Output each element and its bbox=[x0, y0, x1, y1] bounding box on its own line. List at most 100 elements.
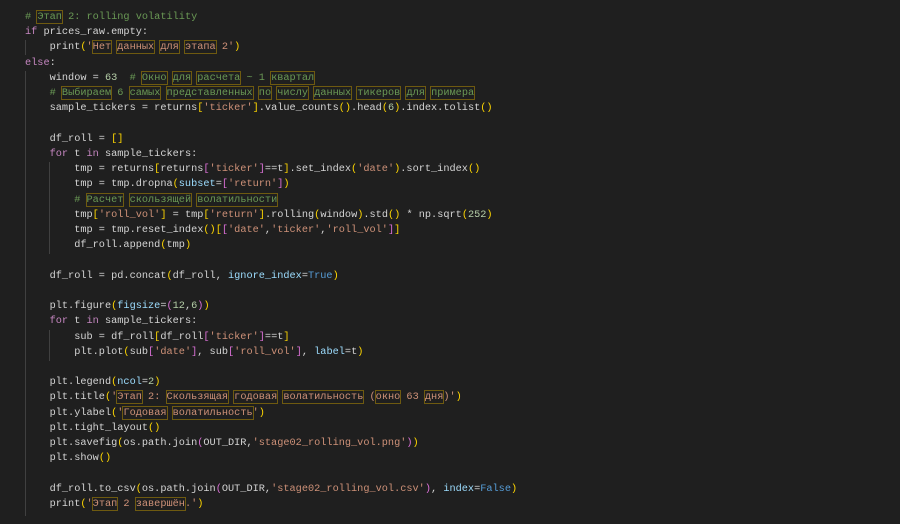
constant: True bbox=[307, 269, 333, 282]
code-line[interactable]: plt.show() bbox=[25, 451, 517, 466]
code-line[interactable]: plt.savefig(os.path.join(OUT_DIR,'stage0… bbox=[25, 436, 517, 451]
parameter-name: ignore_index bbox=[228, 269, 302, 282]
code-line[interactable]: df_roll.append(tmp) bbox=[25, 238, 517, 253]
highlighted-unicode-text: волатильность bbox=[171, 405, 254, 420]
bracket: () bbox=[480, 102, 493, 115]
code-text: , bbox=[431, 482, 444, 495]
comment: 2: rolling volatility bbox=[61, 11, 198, 23]
string: 'stage02_rolling_vol.csv' bbox=[271, 482, 425, 495]
highlighted-unicode-text: для bbox=[171, 70, 193, 85]
code-line[interactable]: sub = df_roll[df_roll['ticker']==t] bbox=[25, 330, 517, 345]
code-line[interactable]: plt.tight_layout() bbox=[25, 421, 517, 436]
code-line[interactable]: # Выбираем 6 самых представленных по чис… bbox=[25, 86, 517, 101]
bracket: ] bbox=[394, 224, 401, 237]
bracket: [] bbox=[111, 132, 124, 145]
code-line[interactable]: df_roll = pd.concat(df_roll, ignore_inde… bbox=[25, 269, 517, 284]
highlighted-unicode-text: расчета bbox=[196, 70, 242, 85]
code-line[interactable] bbox=[25, 254, 517, 269]
code-line[interactable]: for t in sample_tickers: bbox=[25, 314, 517, 329]
bracket: ) bbox=[184, 239, 192, 252]
code-text: prices_raw.empty: bbox=[37, 26, 149, 39]
code-text: print bbox=[25, 41, 81, 54]
code-text: df_roll.to_csv bbox=[25, 482, 136, 495]
code-text: os.path.join bbox=[123, 437, 198, 450]
comment: # bbox=[49, 87, 62, 100]
code-text: sample_tickers: bbox=[98, 147, 198, 160]
code-text: plt.savefig bbox=[25, 437, 118, 450]
parameter-name: subset bbox=[178, 178, 216, 191]
code-text: OUT_DIR, bbox=[221, 482, 272, 495]
comment bbox=[160, 87, 166, 99]
string bbox=[167, 407, 173, 419]
highlighted-unicode-text: тикеров bbox=[356, 86, 402, 101]
code-line[interactable]: plt.title('Этап 2: Скользящая годовая во… bbox=[25, 390, 517, 405]
code-line[interactable] bbox=[25, 360, 517, 375]
string: 'return' bbox=[209, 208, 259, 221]
code-line[interactable] bbox=[25, 117, 517, 132]
code-editor[interactable]: # Этап 2: rolling volatility if prices_ra… bbox=[25, 10, 517, 512]
code-text: print bbox=[25, 498, 81, 510]
bracket: () bbox=[387, 208, 401, 221]
code-line[interactable] bbox=[25, 284, 517, 299]
code-text: = tmp bbox=[166, 208, 204, 221]
code-text: sub bbox=[129, 345, 149, 358]
code-text: .value_counts bbox=[258, 102, 339, 115]
parameter-name: figsize bbox=[117, 300, 161, 313]
string: 'stage02_rolling_vol.png' bbox=[252, 437, 407, 450]
string: 2 bbox=[117, 498, 136, 510]
highlighted-unicode-text: волатильность bbox=[282, 390, 365, 405]
highlighted-unicode-text: для bbox=[159, 40, 180, 55]
code-line[interactable]: tmp = returns[returns['ticker']==t].set_… bbox=[25, 162, 517, 177]
code-line[interactable]: if prices_raw.empty: bbox=[25, 25, 517, 40]
comment: ~ 1 bbox=[240, 71, 272, 84]
bracket: () bbox=[98, 452, 112, 465]
bracket: ) bbox=[154, 376, 161, 389]
constant: False bbox=[480, 482, 511, 495]
highlighted-unicode-text: числу bbox=[276, 86, 310, 101]
code-line[interactable]: window = 63 # Окно для расчета ~ 1 кварт… bbox=[25, 70, 517, 86]
code-line[interactable]: print('Нет данных для этапа 2') bbox=[25, 40, 517, 55]
code-line[interactable]: df_roll.to_csv(os.path.join(OUT_DIR,'sta… bbox=[25, 482, 518, 497]
highlighted-unicode-text: годовая bbox=[233, 390, 279, 405]
parameter-name: index bbox=[443, 482, 475, 495]
code-line[interactable]: df_roll = [] bbox=[25, 132, 517, 147]
code-line[interactable]: # Этап 2: rolling volatility bbox=[25, 10, 517, 25]
code-text: .rolling bbox=[264, 208, 315, 221]
code-line[interactable]: tmp = tmp.dropna(subset=['return']) bbox=[25, 177, 517, 192]
code-text: plt.legend bbox=[25, 376, 112, 389]
code-line[interactable]: plt.plot(sub['date'], sub['roll_vol'], l… bbox=[25, 345, 517, 360]
number: 63 bbox=[104, 71, 118, 84]
string: 'roll_vol' bbox=[326, 224, 388, 237]
code-text: ==t bbox=[264, 163, 284, 176]
code-line[interactable]: tmp['roll_vol'] = tmp['return'].rolling(… bbox=[25, 208, 517, 223]
bracket: ) bbox=[197, 498, 204, 510]
code-line[interactable]: sample_tickers = returns['ticker'].value… bbox=[25, 101, 517, 116]
code-line[interactable]: plt.figure(figsize=(12,6)) bbox=[25, 299, 517, 314]
highlighted-unicode-text: данных bbox=[313, 86, 353, 101]
highlighted-unicode-text: данных bbox=[116, 40, 156, 55]
code-line[interactable]: for t in sample_tickers: bbox=[25, 147, 517, 162]
code-line[interactable]: tmp = tmp.reset_index()[['date','ticker'… bbox=[25, 223, 517, 238]
code-text: sample_tickers: bbox=[98, 315, 198, 328]
code-line[interactable]: else: bbox=[25, 56, 517, 71]
highlighted-unicode-text: Нет bbox=[91, 40, 113, 55]
comment: # bbox=[74, 193, 87, 206]
code-line[interactable]: print('Этап 2 завершён.') bbox=[25, 497, 517, 512]
highlighted-unicode-text: Расчет bbox=[85, 192, 125, 207]
string: 'roll_vol' bbox=[98, 208, 161, 221]
highlighted-unicode-text: скользящей bbox=[128, 192, 193, 207]
highlighted-unicode-text: для bbox=[405, 86, 426, 101]
code-text: .sort_index bbox=[400, 163, 468, 176]
string: 'ticker' bbox=[209, 163, 259, 176]
code-line[interactable]: plt.legend(ncol=2) bbox=[25, 375, 517, 390]
code-line[interactable]: # Расчет скользящей волатильности bbox=[25, 192, 517, 208]
code-text: plt.show bbox=[25, 452, 99, 465]
code-text: .head bbox=[351, 102, 382, 115]
code-text: df_roll, bbox=[172, 269, 228, 282]
keyword: if bbox=[25, 26, 38, 39]
highlighted-unicode-text: примера bbox=[430, 86, 476, 101]
code-line[interactable]: plt.ylabel('Годовая волатильность') bbox=[25, 405, 517, 421]
code-line[interactable] bbox=[25, 467, 517, 482]
